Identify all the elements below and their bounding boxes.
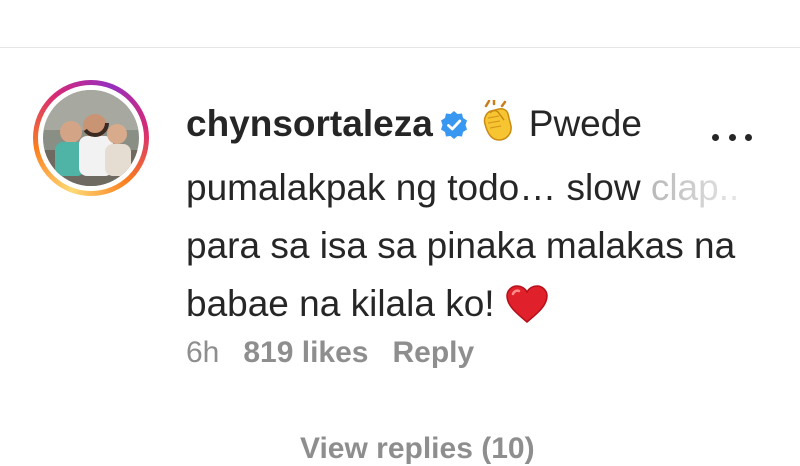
view-replies-button[interactable]: View replies (10) <box>300 432 535 466</box>
comment-text-line2-faded: clap.. <box>650 167 740 208</box>
clapping-hands-emoji <box>477 98 519 159</box>
comment-body: chynsortaleza Pwede pumalakpak ng todo… … <box>186 95 776 341</box>
red-heart-emoji <box>505 283 549 341</box>
comment-time[interactable]: 6h <box>186 336 219 370</box>
verified-badge-icon <box>439 99 469 157</box>
likes-count[interactable]: 819 likes <box>243 336 368 370</box>
comment-meta: 6h 819 likes Reply <box>186 336 474 370</box>
avatar-story-ring[interactable] <box>33 80 149 196</box>
comment-text-line4: babae na kilala ko! <box>186 283 495 324</box>
avatar-photo <box>43 90 139 186</box>
avatar[interactable] <box>43 90 139 186</box>
comment-text-line2: pumalakpak ng todo… slow <box>186 167 641 208</box>
comment-username[interactable]: chynsortaleza <box>186 103 433 144</box>
more-options-icon[interactable] <box>712 122 752 152</box>
comment: chynsortaleza Pwede pumalakpak ng todo… … <box>0 0 800 465</box>
reply-button[interactable]: Reply <box>393 336 475 370</box>
comment-text-line3: para sa isa sa pinaka malakas na <box>186 225 736 266</box>
comment-text-line1: Pwede <box>528 103 642 144</box>
